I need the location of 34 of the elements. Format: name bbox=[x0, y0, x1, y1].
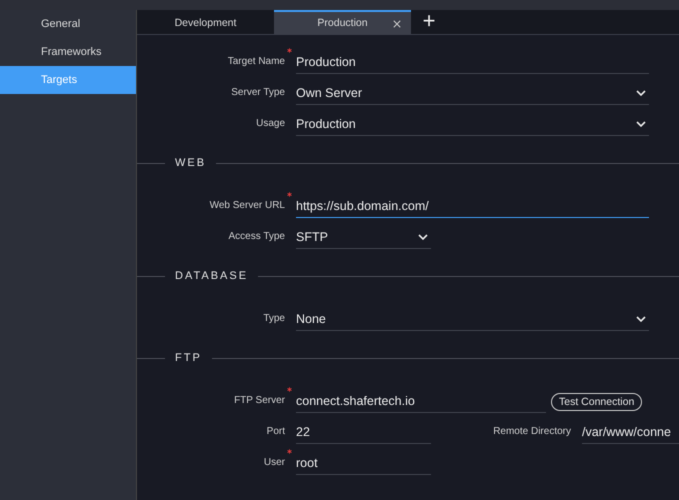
tab[interactable]: Production bbox=[274, 10, 411, 34]
input-field[interactable]: connect.shafertech.io bbox=[296, 389, 546, 413]
input-field[interactable]: root bbox=[296, 451, 431, 475]
input-field[interactable]: /var/www/conne bbox=[582, 420, 679, 444]
field-label: Server Type bbox=[230, 87, 285, 100]
add-tab-button[interactable]: + bbox=[411, 10, 447, 34]
chevron-down-icon bbox=[636, 120, 646, 126]
section-title: DATABASE bbox=[174, 270, 250, 282]
close-icon[interactable] bbox=[393, 20, 401, 28]
field-label: Access Type bbox=[227, 231, 285, 244]
dropdown[interactable]: Production bbox=[296, 112, 649, 136]
dropdown[interactable]: Own Server bbox=[296, 81, 649, 105]
field-label: Remote Directory bbox=[492, 426, 571, 439]
field-label: Usage bbox=[255, 118, 285, 131]
field-label: User bbox=[262, 457, 285, 470]
dropdown[interactable]: None bbox=[296, 307, 649, 331]
sidebar-item[interactable]: General bbox=[0, 10, 136, 38]
input-field[interactable]: https://sub.domain.com/ bbox=[296, 194, 649, 218]
field-label: FTP Server bbox=[233, 395, 285, 408]
test-connection-button[interactable]: Test Connection bbox=[551, 393, 642, 411]
section-title: WEB bbox=[174, 157, 208, 169]
field-label: Target Name bbox=[226, 56, 285, 69]
chevron-down-icon bbox=[636, 316, 646, 322]
field-label: Type bbox=[262, 313, 285, 326]
chevron-down-icon bbox=[418, 234, 428, 240]
chevron-down-icon bbox=[636, 90, 646, 96]
dropdown[interactable]: SFTP bbox=[296, 225, 431, 249]
tab[interactable]: Development bbox=[137, 10, 274, 34]
field-label: Port bbox=[266, 426, 285, 439]
field-label: Web Server URL bbox=[208, 200, 285, 213]
input-field[interactable]: 22 bbox=[296, 420, 431, 444]
section-title: FTP bbox=[174, 352, 203, 364]
input-field[interactable]: Production bbox=[296, 50, 649, 74]
sidebar-item[interactable]: Frameworks bbox=[0, 38, 136, 66]
